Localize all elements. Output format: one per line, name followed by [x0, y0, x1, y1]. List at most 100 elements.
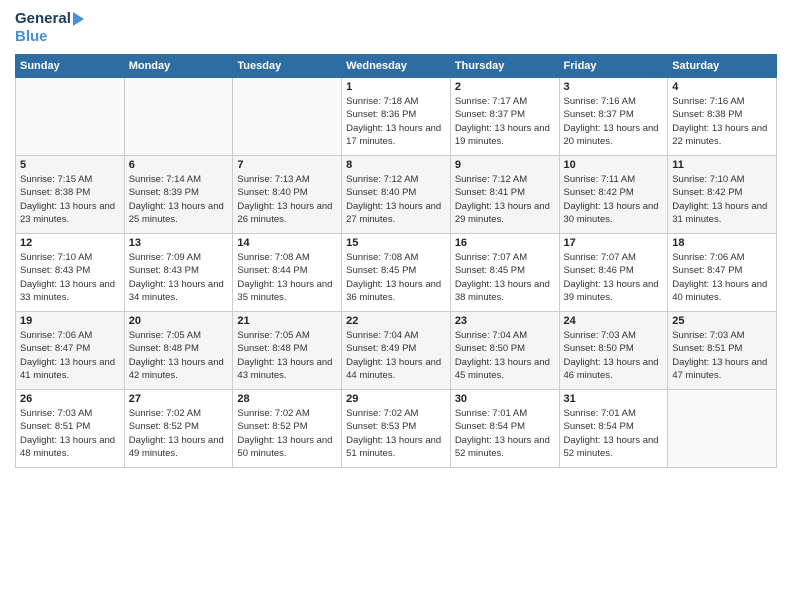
calendar-day-cell: 6 Sunrise: 7:14 AMSunset: 8:39 PMDaylight…	[124, 156, 233, 234]
calendar-day-cell: 29 Sunrise: 7:02 AMSunset: 8:53 PMDayligh…	[342, 390, 451, 468]
day-number: 5	[20, 159, 120, 171]
day-info: Sunrise: 7:11 AMSunset: 8:42 PMDaylight:…	[564, 173, 664, 226]
calendar-day-cell: 13 Sunrise: 7:09 AMSunset: 8:43 PMDayligh…	[124, 234, 233, 312]
page-container: General Blue SundayMondayTuesdayWednesda…	[0, 0, 792, 478]
calendar-day-cell: 18 Sunrise: 7:06 AMSunset: 8:47 PMDayligh…	[668, 234, 777, 312]
day-info: Sunrise: 7:02 AMSunset: 8:53 PMDaylight:…	[346, 407, 446, 460]
page-header: General Blue	[15, 10, 777, 46]
day-info: Sunrise: 7:06 AMSunset: 8:47 PMDaylight:…	[20, 329, 120, 382]
calendar-day-cell: 16 Sunrise: 7:07 AMSunset: 8:45 PMDayligh…	[450, 234, 559, 312]
day-number: 13	[129, 237, 229, 249]
day-number: 28	[237, 393, 337, 405]
day-number: 4	[672, 81, 772, 93]
calendar-day-cell: 1 Sunrise: 7:18 AMSunset: 8:36 PMDaylight…	[342, 78, 451, 156]
day-info: Sunrise: 7:12 AMSunset: 8:41 PMDaylight:…	[455, 173, 555, 226]
day-number: 14	[237, 237, 337, 249]
day-number: 15	[346, 237, 446, 249]
calendar-day-cell: 25 Sunrise: 7:03 AMSunset: 8:51 PMDayligh…	[668, 312, 777, 390]
calendar-table: SundayMondayTuesdayWednesdayThursdayFrid…	[15, 54, 777, 468]
calendar-day-cell	[16, 78, 125, 156]
day-info: Sunrise: 7:05 AMSunset: 8:48 PMDaylight:…	[237, 329, 337, 382]
calendar-week-row: 26 Sunrise: 7:03 AMSunset: 8:51 PMDayligh…	[16, 390, 777, 468]
logo-line2: Blue	[15, 28, 84, 46]
day-number: 7	[237, 159, 337, 171]
day-info: Sunrise: 7:18 AMSunset: 8:36 PMDaylight:…	[346, 95, 446, 148]
calendar-day-cell: 24 Sunrise: 7:03 AMSunset: 8:50 PMDayligh…	[559, 312, 668, 390]
day-info: Sunrise: 7:09 AMSunset: 8:43 PMDaylight:…	[129, 251, 229, 304]
weekday-header: Thursday	[450, 55, 559, 78]
day-number: 11	[672, 159, 772, 171]
day-number: 17	[564, 237, 664, 249]
day-number: 1	[346, 81, 446, 93]
weekday-header: Monday	[124, 55, 233, 78]
weekday-header: Tuesday	[233, 55, 342, 78]
day-info: Sunrise: 7:08 AMSunset: 8:44 PMDaylight:…	[237, 251, 337, 304]
calendar-day-cell: 9 Sunrise: 7:12 AMSunset: 8:41 PMDaylight…	[450, 156, 559, 234]
calendar-day-cell: 15 Sunrise: 7:08 AMSunset: 8:45 PMDayligh…	[342, 234, 451, 312]
calendar-day-cell: 5 Sunrise: 7:15 AMSunset: 8:38 PMDaylight…	[16, 156, 125, 234]
day-info: Sunrise: 7:16 AMSunset: 8:38 PMDaylight:…	[672, 95, 772, 148]
calendar-week-row: 5 Sunrise: 7:15 AMSunset: 8:38 PMDaylight…	[16, 156, 777, 234]
calendar-day-cell: 11 Sunrise: 7:10 AMSunset: 8:42 PMDayligh…	[668, 156, 777, 234]
day-number: 10	[564, 159, 664, 171]
calendar-day-cell: 19 Sunrise: 7:06 AMSunset: 8:47 PMDayligh…	[16, 312, 125, 390]
calendar-day-cell: 31 Sunrise: 7:01 AMSunset: 8:54 PMDayligh…	[559, 390, 668, 468]
day-info: Sunrise: 7:07 AMSunset: 8:45 PMDaylight:…	[455, 251, 555, 304]
calendar-day-cell: 2 Sunrise: 7:17 AMSunset: 8:37 PMDaylight…	[450, 78, 559, 156]
calendar-day-cell: 27Sunrise: 7:02 AMSunset: 8:52 PMDayligh…	[124, 390, 233, 468]
calendar-day-cell: 14 Sunrise: 7:08 AMSunset: 8:44 PMDayligh…	[233, 234, 342, 312]
calendar-day-cell: 3 Sunrise: 7:16 AMSunset: 8:37 PMDaylight…	[559, 78, 668, 156]
day-number: 3	[564, 81, 664, 93]
calendar-week-row: 19 Sunrise: 7:06 AMSunset: 8:47 PMDayligh…	[16, 312, 777, 390]
calendar-day-cell	[233, 78, 342, 156]
weekday-header: Saturday	[668, 55, 777, 78]
day-number: 29	[346, 393, 446, 405]
day-number: 21	[237, 315, 337, 327]
day-info: Sunrise: 7:04 AMSunset: 8:49 PMDaylight:…	[346, 329, 446, 382]
day-number: 25	[672, 315, 772, 327]
calendar-week-row: 1 Sunrise: 7:18 AMSunset: 8:36 PMDaylight…	[16, 78, 777, 156]
calendar-day-cell: 23Sunrise: 7:04 AMSunset: 8:50 PMDayligh…	[450, 312, 559, 390]
day-number: 19	[20, 315, 120, 327]
calendar-day-cell: 30Sunrise: 7:01 AMSunset: 8:54 PMDayligh…	[450, 390, 559, 468]
day-info: Sunrise: 7:05 AMSunset: 8:48 PMDaylight:…	[129, 329, 229, 382]
day-info: Sunrise: 7:04 AMSunset: 8:50 PMDaylight:…	[455, 329, 555, 382]
day-info: Sunrise: 7:08 AMSunset: 8:45 PMDaylight:…	[346, 251, 446, 304]
day-info: Sunrise: 7:13 AMSunset: 8:40 PMDaylight:…	[237, 173, 337, 226]
weekday-header: Wednesday	[342, 55, 451, 78]
day-info: Sunrise: 7:03 AMSunset: 8:51 PMDaylight:…	[20, 407, 120, 460]
calendar-day-cell: 28 Sunrise: 7:02 AMSunset: 8:52 PMDayligh…	[233, 390, 342, 468]
day-number: 31	[564, 393, 664, 405]
day-info: Sunrise: 7:12 AMSunset: 8:40 PMDaylight:…	[346, 173, 446, 226]
day-info: Sunrise: 7:03 AMSunset: 8:51 PMDaylight:…	[672, 329, 772, 382]
day-info: Sunrise: 7:01 AMSunset: 8:54 PMDaylight:…	[564, 407, 664, 460]
calendar-day-cell: 20 Sunrise: 7:05 AMSunset: 8:48 PMDayligh…	[124, 312, 233, 390]
day-info: Sunrise: 7:15 AMSunset: 8:38 PMDaylight:…	[20, 173, 120, 226]
day-info: Sunrise: 7:02 AMSunset: 8:52 PMDaylight:…	[237, 407, 337, 460]
calendar-day-cell: 8Sunrise: 7:12 AMSunset: 8:40 PMDaylight…	[342, 156, 451, 234]
calendar-day-cell: 17Sunrise: 7:07 AMSunset: 8:46 PMDayligh…	[559, 234, 668, 312]
logo: General Blue	[15, 10, 84, 46]
day-info: Sunrise: 7:03 AMSunset: 8:50 PMDaylight:…	[564, 329, 664, 382]
day-info: Sunrise: 7:10 AMSunset: 8:42 PMDaylight:…	[672, 173, 772, 226]
day-info: Sunrise: 7:16 AMSunset: 8:37 PMDaylight:…	[564, 95, 664, 148]
day-number: 6	[129, 159, 229, 171]
calendar-day-cell: 26 Sunrise: 7:03 AMSunset: 8:51 PMDayligh…	[16, 390, 125, 468]
day-info: Sunrise: 7:14 AMSunset: 8:39 PMDaylight:…	[129, 173, 229, 226]
day-number: 16	[455, 237, 555, 249]
day-number: 20	[129, 315, 229, 327]
calendar-day-cell: 12Sunrise: 7:10 AMSunset: 8:43 PMDayligh…	[16, 234, 125, 312]
weekday-header-row: SundayMondayTuesdayWednesdayThursdayFrid…	[16, 55, 777, 78]
day-info: Sunrise: 7:02 AMSunset: 8:52 PMDaylight:…	[129, 407, 229, 460]
day-number: 24	[564, 315, 664, 327]
day-number: 26	[20, 393, 120, 405]
day-number: 30	[455, 393, 555, 405]
day-info: Sunrise: 7:17 AMSunset: 8:37 PMDaylight:…	[455, 95, 555, 148]
day-number: 9	[455, 159, 555, 171]
calendar-day-cell: 4 Sunrise: 7:16 AMSunset: 8:38 PMDaylight…	[668, 78, 777, 156]
day-number: 12	[20, 237, 120, 249]
day-number: 22	[346, 315, 446, 327]
day-info: Sunrise: 7:06 AMSunset: 8:47 PMDaylight:…	[672, 251, 772, 304]
day-number: 18	[672, 237, 772, 249]
day-number: 2	[455, 81, 555, 93]
